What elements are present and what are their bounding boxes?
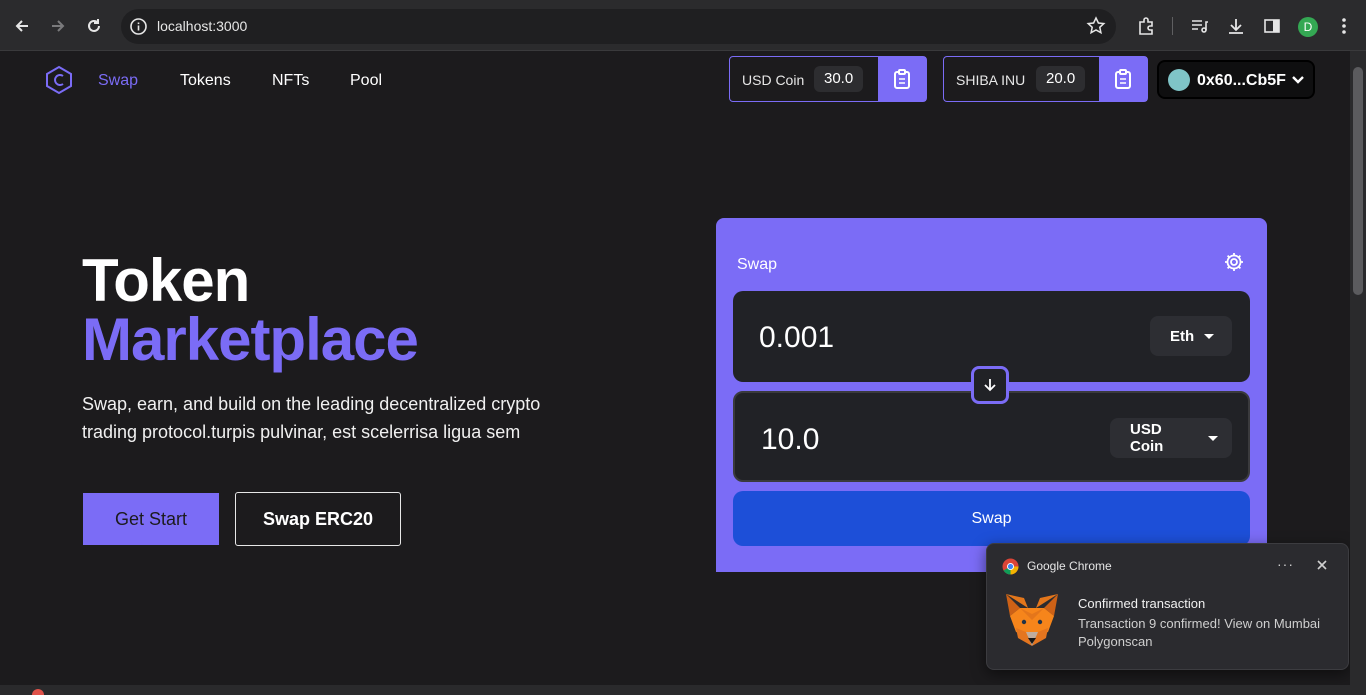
get-start-button[interactable]: Get Start [83, 493, 219, 545]
from-token-select[interactable]: Eth [1150, 316, 1232, 356]
wallet-button[interactable]: 0x60...Cb5F [1157, 60, 1315, 99]
to-amount[interactable]: 10.0 [761, 423, 819, 457]
nav-nfts[interactable]: NFTs [272, 72, 309, 90]
forward-icon[interactable] [46, 14, 70, 38]
caret-down-icon [1208, 435, 1218, 441]
wallet-avatar-icon [1168, 69, 1190, 91]
copy-usd-button[interactable] [878, 57, 926, 101]
token-balance-usd: USD Coin 30.0 [729, 56, 927, 102]
back-icon[interactable] [10, 14, 34, 38]
caret-down-icon [1204, 333, 1215, 339]
notification-title: Confirmed transaction [1078, 596, 1206, 611]
bottom-bar [0, 685, 1366, 695]
hero-description: Swap, earn, and build on the leading dec… [82, 394, 541, 442]
nav-swap[interactable]: Swap [98, 72, 138, 90]
to-input-box[interactable]: 10.0 USD Coin [733, 391, 1250, 482]
address-bar[interactable]: localhost:3000 [121, 9, 1116, 44]
notification-body: Transaction 9 confirmed! View on Mumbai … [1078, 616, 1321, 649]
star-icon[interactable] [1086, 16, 1106, 36]
chrome-icon [1002, 558, 1019, 575]
browser-toolbar: localhost:3000 D [0, 0, 1366, 51]
swap-button[interactable]: Swap [733, 491, 1250, 546]
token-name: USD Coin [742, 72, 805, 88]
logo-icon[interactable] [44, 65, 74, 95]
chevron-down-icon [1291, 73, 1305, 87]
from-token-label: Eth [1170, 327, 1195, 345]
arrow-down-icon [984, 379, 996, 392]
chrome-notification[interactable]: Google Chrome ··· Confirmed transaction … [986, 543, 1349, 670]
notification-app-name: Google Chrome [1027, 559, 1112, 573]
copy-shib-button[interactable] [1099, 57, 1147, 101]
token-balance: 20.0 [1036, 66, 1086, 92]
download-icon[interactable] [1226, 16, 1246, 36]
vertical-scrollbar[interactable] [1350, 51, 1366, 685]
from-amount[interactable]: 0.001 [759, 321, 834, 355]
clipboard-icon [1115, 69, 1131, 89]
sidepanel-icon[interactable] [1262, 16, 1282, 36]
token-balance: 30.0 [814, 66, 864, 92]
token-name: SHIBA INU [956, 72, 1026, 88]
to-token-select[interactable]: USD Coin [1110, 418, 1232, 458]
metamask-fox-icon [1002, 592, 1062, 650]
switch-direction-button[interactable] [971, 366, 1009, 404]
gear-icon[interactable] [1223, 251, 1245, 273]
toolbar-divider [1172, 17, 1173, 35]
close-icon[interactable] [1315, 558, 1329, 572]
swap-card: Swap 0.001 Eth 10.0 USD Coin Swap [716, 218, 1267, 572]
wallet-address: 0x60...Cb5F [1197, 72, 1286, 89]
url-text: localhost:3000 [157, 18, 248, 34]
clipboard-icon [894, 69, 910, 89]
to-token-label: USD Coin [1130, 421, 1164, 455]
swap-card-title: Swap [737, 256, 778, 273]
scrollbar-thumb[interactable] [1353, 67, 1363, 295]
info-icon[interactable] [129, 17, 148, 36]
extensions-icon[interactable] [1136, 16, 1156, 36]
nav-tokens[interactable]: Tokens [180, 72, 231, 90]
more-options-icon[interactable]: ··· [1277, 556, 1294, 572]
status-dot [32, 689, 44, 695]
token-balance-shib: SHIBA INU 20.0 [943, 56, 1148, 102]
reload-icon[interactable] [82, 14, 106, 38]
more-icon[interactable] [1334, 16, 1354, 36]
profile-avatar[interactable]: D [1298, 17, 1318, 37]
media-icon[interactable] [1189, 16, 1209, 36]
nav-pool[interactable]: Pool [350, 72, 382, 90]
swap-erc20-button[interactable]: Swap ERC20 [235, 492, 401, 546]
hero-title-accent: Marketplace [82, 306, 419, 373]
